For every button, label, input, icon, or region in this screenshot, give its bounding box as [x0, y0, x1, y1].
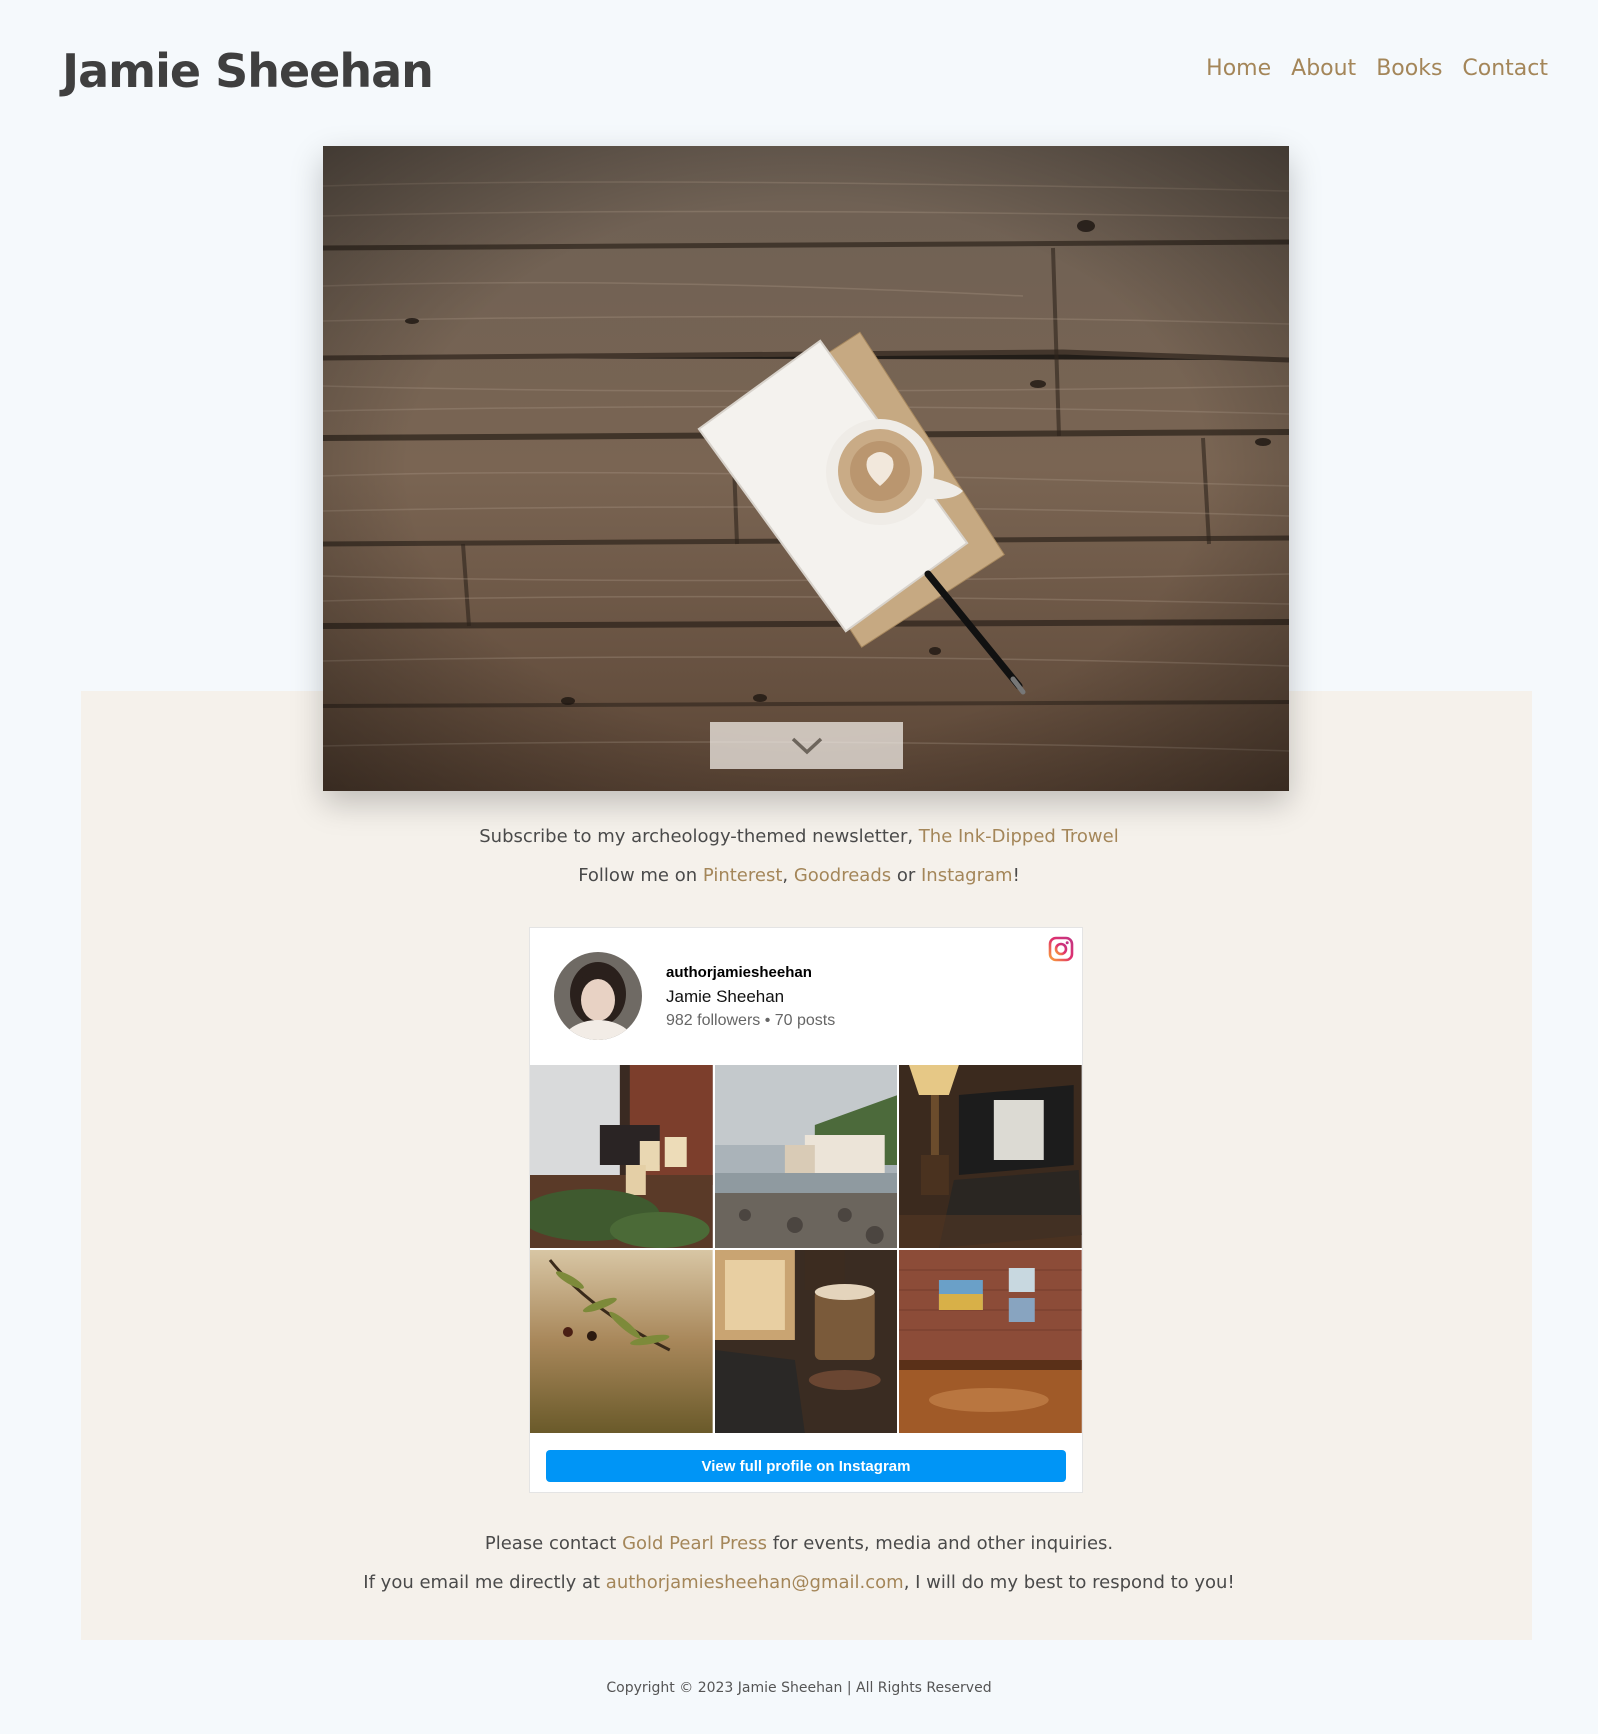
instagram-stats: 982 followers • 70 posts: [666, 1012, 836, 1029]
nav-about[interactable]: About: [1291, 56, 1356, 81]
newsletter-link[interactable]: The Ink-Dipped Trowel: [919, 826, 1119, 847]
contact-line: Please contact Gold Pearl Press for even…: [0, 1533, 1598, 1554]
instagram-post[interactable]: [899, 1065, 1082, 1248]
follow-line: Follow me on Pinterest, Goodreads or Ins…: [0, 865, 1598, 886]
follow-or: or: [891, 865, 921, 886]
site-title[interactable]: Jamie Sheehan: [62, 44, 434, 98]
pinterest-link[interactable]: Pinterest: [703, 865, 783, 886]
main-nav: Home About Books Contact: [1206, 56, 1548, 81]
email-text: If you email me directly at: [363, 1572, 606, 1593]
instagram-post[interactable]: [714, 1065, 898, 1248]
follow-text: Follow me on: [578, 865, 703, 886]
gold-pearl-press-link[interactable]: Gold Pearl Press: [622, 1533, 767, 1554]
instagram-post[interactable]: [899, 1250, 1082, 1433]
post-coffee-mug: [714, 1250, 898, 1433]
footer-copyright: Copyright © 2023 Jamie Sheehan | All Rig…: [606, 1680, 992, 1696]
avatar[interactable]: [554, 952, 642, 1040]
post-brick-cafe: [899, 1250, 1082, 1433]
newsletter-line: Subscribe to my archeology-themed newsle…: [0, 826, 1598, 847]
post-seaside-village: [714, 1065, 898, 1248]
profile-photo: [554, 952, 642, 1040]
instagram-handle[interactable]: authorjamiesheehan: [666, 964, 812, 981]
email-line: If you email me directly at authorjamies…: [0, 1572, 1598, 1593]
nav-contact[interactable]: Contact: [1462, 56, 1548, 81]
scroll-down-button[interactable]: [710, 722, 903, 769]
contact-suffix: for events, media and other inquiries.: [767, 1533, 1114, 1554]
goodreads-link[interactable]: Goodreads: [794, 865, 891, 886]
instagram-post-grid: [530, 1065, 1082, 1433]
nav-home[interactable]: Home: [1206, 56, 1271, 81]
view-instagram-profile-button[interactable]: View full profile on Instagram: [546, 1450, 1066, 1482]
post-olive-branch: [530, 1250, 713, 1433]
nav-books[interactable]: Books: [1376, 56, 1442, 81]
follow-suffix: !: [1012, 865, 1020, 886]
chevron-down-icon: [791, 737, 822, 754]
instagram-post[interactable]: [530, 1250, 713, 1433]
instagram-post[interactable]: [714, 1250, 898, 1433]
post-cafe-candles: [530, 1065, 713, 1248]
instagram-name: Jamie Sheehan: [666, 987, 785, 1006]
instagram-link[interactable]: Instagram: [921, 865, 1013, 886]
hero-image: [323, 146, 1289, 791]
email-link[interactable]: authorjamiesheehan@gmail.com: [606, 1572, 904, 1593]
contact-text: Please contact: [484, 1533, 623, 1554]
instagram-logo-icon[interactable]: [1048, 936, 1074, 962]
instagram-post[interactable]: [530, 1065, 713, 1248]
email-suffix: , I will do my best to respond to you!: [903, 1572, 1235, 1593]
follow-comma: ,: [782, 865, 794, 886]
wooden-desk-photo: [323, 146, 1289, 791]
post-laptop-lamp: [899, 1065, 1082, 1248]
newsletter-text: Subscribe to my archeology-themed newsle…: [479, 826, 919, 847]
instagram-widget: authorjamiesheehan Jamie Sheehan 982 fol…: [529, 927, 1083, 1493]
